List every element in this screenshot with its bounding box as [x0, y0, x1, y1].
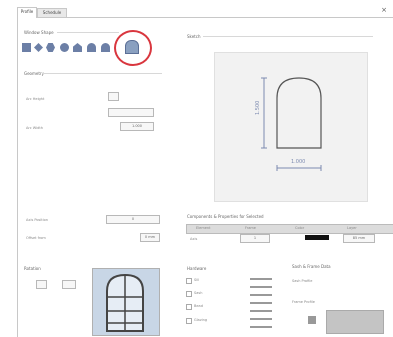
arc-width-label: Arc Width [26, 126, 43, 130]
window-outline [276, 77, 322, 149]
hardware-item: Sash [194, 291, 203, 295]
arc-height-toggle[interactable] [108, 92, 119, 101]
axis-position-field[interactable]: 0 [106, 215, 160, 224]
width-dimension: 1.000 [291, 159, 305, 165]
shape-round-arch-button[interactable] [101, 43, 110, 52]
tab-schedule-label: Schedule [42, 10, 62, 15]
divider [42, 73, 162, 74]
shape-arch-button[interactable] [87, 43, 96, 52]
divider [57, 32, 119, 33]
hardware-item: Sill [194, 278, 200, 282]
components-label: Components & Properties for Selected [187, 214, 264, 219]
shape-preview: 1.500 1.000 [214, 52, 368, 202]
hardware-item: Glazing [194, 318, 208, 322]
height-dimension: 1.500 [255, 101, 261, 115]
axis-position-label: Axis Position [26, 218, 49, 222]
arc-width-field[interactable]: 1.000 [120, 122, 154, 131]
components-header [186, 224, 393, 234]
window-shape-label: Window Shape [24, 30, 54, 35]
hardware-preview [250, 272, 272, 332]
rotation-label: Rotation [24, 266, 41, 271]
sketch-label: Sketch [187, 34, 201, 39]
layer-field[interactable]: 85 mm [343, 234, 375, 243]
offset-field[interactable]: 0 mm [140, 233, 160, 242]
rotate-right-button[interactable] [62, 280, 76, 289]
hardware-label: Hardware [187, 266, 207, 271]
shape-circle-button[interactable] [60, 43, 69, 52]
arc-height-label: Arc Height [26, 97, 45, 101]
rotate-left-button[interactable] [36, 280, 47, 289]
profile-preview [326, 310, 384, 334]
hardware-checkbox[interactable] [186, 278, 192, 284]
color-swatch[interactable] [305, 235, 329, 240]
hardware-item: Bead [194, 304, 203, 308]
hardware-checkbox[interactable] [186, 304, 192, 310]
close-icon[interactable]: × [381, 6, 387, 14]
header-cell: Layer [347, 226, 357, 230]
sash-profile-label: Sash Profile [292, 279, 313, 283]
window-3d-drawing [106, 273, 144, 332]
header-cell: Element [196, 226, 211, 230]
hardware-checkbox[interactable] [186, 291, 192, 297]
hardware-checkbox[interactable] [186, 318, 192, 324]
tab-profile[interactable]: Profile [17, 7, 37, 18]
sash-data-label: Sash & Frame Data [292, 264, 331, 269]
shape-rect-button[interactable] [22, 43, 31, 52]
header-cell: Frame [245, 226, 256, 230]
frame-profile-label: Frame Profile [292, 300, 315, 304]
window-3d-thumbnail [92, 268, 160, 336]
tab-bar: Profile Schedule × [0, 0, 393, 18]
row-cell-field[interactable]: 1 [240, 234, 270, 243]
header-cell: Color [295, 226, 305, 230]
highlight-circle [114, 30, 152, 66]
divider [203, 36, 373, 37]
geometry-label: Geometry [24, 71, 44, 76]
preview-drawing: 1.500 1.000 [255, 77, 322, 171]
row-cell: Axis [190, 237, 198, 241]
arc-height-field[interactable] [108, 108, 154, 117]
offset-label: Offset from [26, 236, 46, 240]
tab-profile-label: Profile [20, 9, 34, 14]
profile-swatch[interactable] [308, 316, 316, 324]
